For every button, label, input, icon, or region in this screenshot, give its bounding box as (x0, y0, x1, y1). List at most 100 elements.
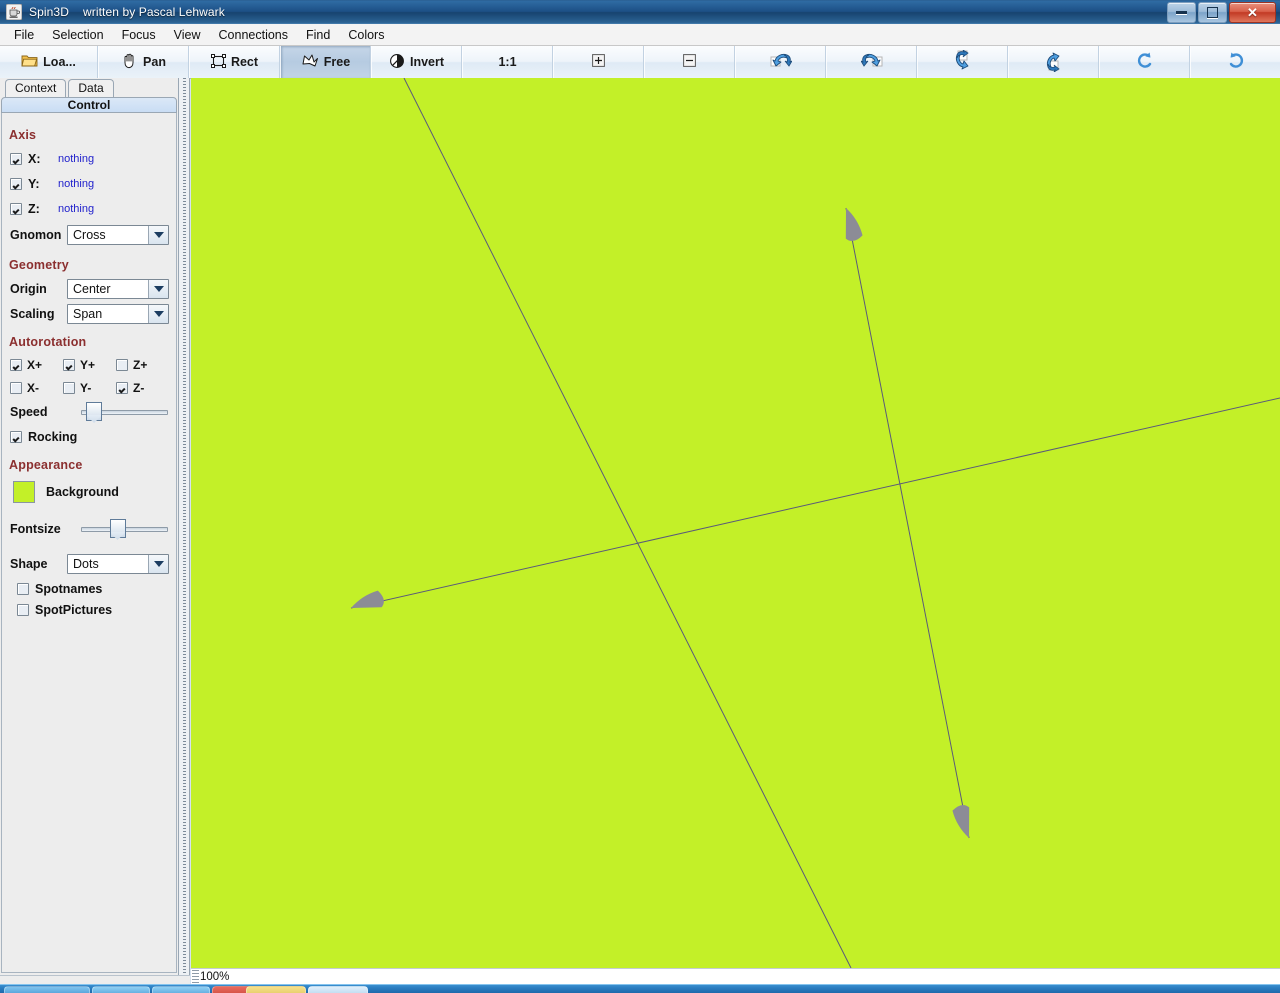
rocking-row: Rocking (2, 425, 176, 449)
open-folder-icon (21, 53, 38, 71)
spotnames-label: Spotnames (35, 581, 103, 596)
toolbar-button-zoom-in[interactable] (553, 46, 644, 78)
menu-item-find[interactable]: Find (298, 26, 338, 44)
toolbar-button-load[interactable]: Loa... (0, 46, 98, 78)
autorotation-xplus-label: X+ (27, 357, 43, 372)
speed-slider[interactable] (81, 402, 168, 421)
autorotation-zplus-label: Z+ (133, 357, 148, 372)
shape-select[interactable]: Dots (67, 554, 169, 574)
scaling-select[interactable]: Span (67, 303, 169, 324)
chevron-down-icon (148, 555, 168, 573)
autorotation-yminus-checkbox[interactable] (63, 381, 75, 394)
toolbar-button-one-to-one[interactable]: 1:1 (462, 46, 553, 78)
close-button[interactable]: ✕ (1229, 2, 1276, 23)
tab-context[interactable]: Context (5, 79, 67, 97)
toolbar-button-spin-cw[interactable] (1190, 46, 1280, 78)
minimize-button[interactable] (1167, 2, 1196, 23)
rocking-label: Rocking (28, 430, 78, 444)
maximize-button[interactable] (1198, 2, 1227, 23)
menu-item-connections[interactable]: Connections (211, 26, 297, 44)
section-header-geometry: Geometry (9, 258, 69, 272)
menu-item-focus[interactable]: Focus (114, 26, 164, 44)
axis-x-value[interactable]: nothing (58, 153, 94, 165)
splitter-grip-icon (183, 78, 186, 975)
toolbar-button-pan[interactable]: Pan (98, 46, 189, 78)
speed-row: Speed (2, 399, 176, 425)
spotpictures-label: SpotPictures (35, 602, 113, 617)
autorotation-yminus-label: Y- (80, 380, 92, 395)
rotate-down-3d-icon (953, 48, 973, 75)
menu-item-colors[interactable]: Colors (340, 26, 392, 44)
toolbar-button-rect[interactable]: Rect (189, 46, 280, 78)
zoom-level-text: 100% (200, 970, 230, 983)
toolbar-button-rect-label: Rect (230, 55, 259, 69)
panel-body: Axis X: nothing Y: nothing Z: nothing Gn… (1, 113, 177, 973)
autorotation-zplus-checkbox[interactable] (116, 358, 128, 371)
title-bar: Spin3D written by Pascal Lehwark ✕ (0, 0, 1280, 25)
background-color-swatch[interactable] (13, 481, 35, 503)
hand-icon (121, 53, 138, 72)
axis-row-z: Z: nothing (2, 196, 176, 221)
toolbar-button-invert-label: Invert (409, 55, 445, 69)
spotpictures-row: SpotPictures (2, 599, 176, 620)
gnomon-select[interactable]: Cross (67, 225, 169, 245)
speed-slider-knob[interactable] (86, 402, 103, 421)
autorotation-zminus-checkbox[interactable] (116, 381, 128, 394)
axis-row-x: X: nothing (2, 146, 176, 171)
fontsize-slider[interactable] (81, 519, 168, 538)
status-bar: 100% (191, 968, 1280, 984)
autorotation-xminus[interactable]: X- (10, 381, 63, 395)
axis-z-value[interactable]: nothing (58, 203, 94, 215)
autorotation-xminus-checkbox[interactable] (10, 381, 22, 394)
section-header-axis: Axis (9, 128, 37, 142)
menu-item-file[interactable]: File (6, 26, 42, 44)
spotnames-row: Spotnames (2, 578, 176, 599)
gnomon-scene (191, 78, 1280, 968)
left-control-panel: Context Data Control Axis X: nothing Y: … (0, 78, 179, 975)
axis-z-checkbox[interactable] (10, 202, 22, 215)
autorotation-zplus[interactable]: Z+ (116, 358, 169, 372)
spotpictures-checkbox[interactable] (17, 603, 29, 616)
menu-item-selection[interactable]: Selection (44, 26, 111, 44)
fontsize-slider-knob[interactable] (109, 519, 126, 538)
autorotation-xplus[interactable]: X+ (10, 358, 63, 372)
tab-data[interactable]: Data (68, 79, 114, 97)
axis-y-value[interactable]: nothing (58, 178, 94, 190)
toolbar-button-rotate-left[interactable] (735, 46, 826, 78)
toolbar-button-rotate-right[interactable] (826, 46, 917, 78)
autorotation-yminus[interactable]: Y- (63, 381, 116, 395)
toolbar-button-zoom-out[interactable] (644, 46, 735, 78)
shape-value: Dots (73, 557, 99, 571)
toolbar-button-free[interactable]: Free (280, 46, 371, 78)
background-row: Background (2, 476, 176, 508)
section-header-appearance: Appearance (9, 458, 83, 472)
autorotation-yplus-checkbox[interactable] (63, 358, 75, 371)
toolbar-button-spin-ccw[interactable] (1099, 46, 1190, 78)
lasso-select-icon (301, 53, 319, 72)
viewport-3d[interactable] (191, 78, 1280, 968)
menu-item-view[interactable]: View (166, 26, 209, 44)
autorotation-zminus[interactable]: Z- (116, 381, 169, 395)
gnomon-label: Gnomon (10, 228, 62, 242)
autorotation-xplus-checkbox[interactable] (10, 358, 22, 371)
menu-bar: File Selection Focus View Connections Fi… (0, 24, 1280, 46)
spotnames-checkbox[interactable] (17, 582, 29, 595)
scaling-label: Scaling (10, 306, 55, 321)
axis-y-checkbox[interactable] (10, 177, 22, 190)
fontsize-label: Fontsize (10, 522, 61, 536)
panel-splitter[interactable] (179, 78, 190, 975)
rocking-checkbox[interactable] (10, 431, 22, 443)
chevron-down-icon (148, 304, 168, 323)
axis-x-checkbox[interactable] (10, 152, 22, 165)
rect-select-icon (210, 53, 226, 71)
toolbar-button-invert[interactable]: Invert (371, 46, 462, 78)
shape-label: Shape (10, 557, 48, 571)
toolbar-button-rotate-down[interactable] (917, 46, 1008, 78)
origin-select[interactable]: Center (67, 278, 169, 299)
toolbar-button-one-to-one-label: 1:1 (498, 55, 517, 69)
autorotation-row-minus: X- Y- Z- (2, 376, 176, 399)
toolbar-button-rotate-up[interactable] (1008, 46, 1099, 78)
autorotation-yplus[interactable]: Y+ (63, 358, 116, 372)
chevron-down-icon (148, 279, 168, 298)
subtab-control[interactable]: Control (1, 97, 177, 113)
